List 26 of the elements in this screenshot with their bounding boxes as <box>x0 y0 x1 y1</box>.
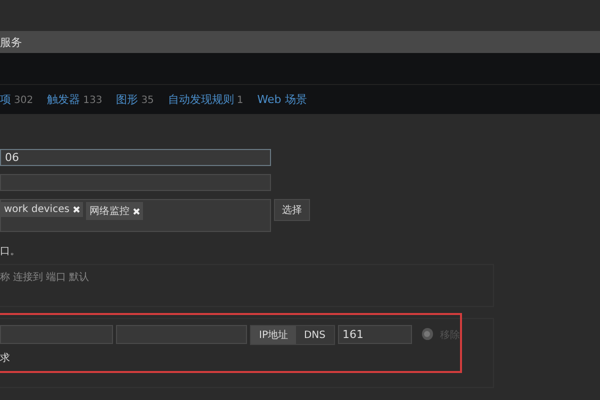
ip-field[interactable] <box>0 325 113 344</box>
remove-icon[interactable] <box>133 208 140 214</box>
group-tag: work devices <box>1 202 84 217</box>
select-button[interactable]: 选择 <box>274 199 310 221</box>
tab[interactable]: 项 302 <box>0 92 34 107</box>
column-header: 连接到 <box>13 270 43 284</box>
column-header: 端口 <box>46 270 66 284</box>
text-field[interactable] <box>0 174 271 191</box>
default-radio[interactable] <box>422 328 433 340</box>
port-field[interactable]: 161 <box>338 325 412 344</box>
header-title: 服务 <box>0 34 22 50</box>
connect-option[interactable]: IP地址 <box>251 326 296 344</box>
groups-field[interactable]: work devices 网络监控 <box>0 199 271 232</box>
note-text: 口。 <box>0 245 21 258</box>
tab[interactable]: 触发器 133 <box>47 92 102 107</box>
group-tag: 网络监控 <box>86 202 144 220</box>
tab[interactable]: 图形 35 <box>116 92 154 107</box>
tab[interactable]: 自动发现规则 1 <box>168 92 244 107</box>
note-text: 求 <box>0 352 11 365</box>
remove-icon[interactable] <box>73 206 80 213</box>
connect-option[interactable]: DNS <box>296 326 334 344</box>
dns-field[interactable] <box>116 325 247 344</box>
tab[interactable]: Web 场景 <box>257 92 307 107</box>
column-header: 默认 <box>69 271 89 284</box>
name-field[interactable]: 06 <box>0 149 271 166</box>
column-header: 称 <box>0 271 10 284</box>
